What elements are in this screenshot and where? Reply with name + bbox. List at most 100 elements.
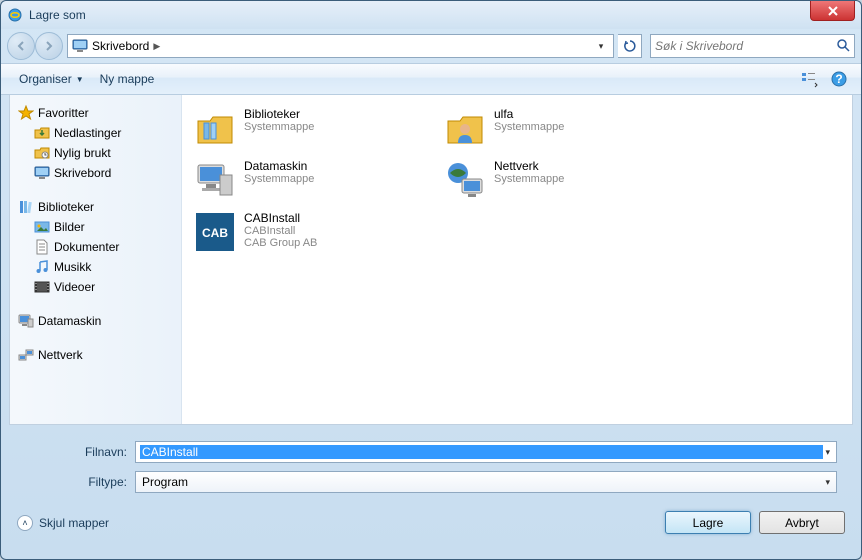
sidebar-item-downloads[interactable]: Nedlastinger [14, 123, 177, 143]
breadcrumb-text: Skrivebord [92, 39, 149, 53]
hide-folders-label: Skjul mapper [39, 516, 109, 530]
sidebar-item-videos[interactable]: Videoer [14, 277, 177, 297]
file-item-network[interactable]: Nettverk Systemmappe [440, 155, 690, 207]
breadcrumb[interactable]: Skrivebord ▶ ▾ [67, 34, 614, 58]
sidebar-item-pictures[interactable]: Bilder [14, 217, 177, 237]
back-button[interactable] [7, 32, 35, 60]
sidebar-item-label: Dokumenter [54, 240, 119, 254]
cancel-button[interactable]: Avbryt [759, 511, 845, 534]
videos-icon [34, 279, 50, 295]
network-icon [444, 159, 486, 201]
network-icon [18, 347, 34, 363]
sidebar-item-recent[interactable]: Nylig brukt [14, 143, 177, 163]
filetype-label: Filtype: [25, 475, 135, 489]
recent-icon [34, 145, 50, 161]
file-item-user[interactable]: ulfa Systemmappe [440, 103, 690, 155]
file-subtitle: CAB Group AB [244, 237, 317, 249]
filename-input-wrap[interactable]: ▾ [135, 441, 837, 463]
sidebar-item-label: Bilder [54, 220, 85, 234]
forward-button[interactable] [35, 32, 63, 60]
view-options-button[interactable] [797, 67, 821, 91]
file-name: Nettverk [494, 159, 564, 173]
computer-label: Datamaskin [38, 314, 101, 328]
close-button[interactable] [810, 1, 855, 21]
breadcrumb-arrow-icon[interactable]: ▶ [153, 41, 160, 52]
libraries-icon [194, 107, 236, 149]
sidebar-item-label: Nylig brukt [54, 146, 111, 160]
collapse-arrow-icon: ˄ [17, 515, 33, 531]
file-subtitle: Systemmappe [244, 121, 314, 133]
file-name: CABInstall [244, 211, 317, 225]
refresh-button[interactable] [618, 34, 642, 58]
libraries-icon [18, 199, 34, 215]
save-button[interactable]: Lagre [665, 511, 751, 534]
svg-text:?: ? [835, 72, 842, 86]
documents-icon [34, 239, 50, 255]
bottom-panel: Filnavn: ▾ Filtype: Program ▾ [9, 431, 853, 503]
file-subtitle: Systemmappe [494, 121, 564, 133]
body-area: Favoritter Nedlastinger Nylig brukt Skri… [9, 95, 853, 425]
music-icon [34, 259, 50, 275]
filename-dropdown-icon[interactable]: ▾ [823, 447, 832, 458]
sidebar-libraries[interactable]: Biblioteker [14, 197, 177, 217]
filename-row: Filnavn: ▾ [25, 441, 837, 463]
sidebar-item-label: Nedlastinger [54, 126, 121, 140]
titlebar: Lagre som [1, 1, 861, 29]
svg-text:CAB: CAB [202, 226, 228, 240]
libraries-label: Biblioteker [38, 200, 94, 214]
desktop-icon [34, 165, 50, 181]
sidebar-computer[interactable]: Datamaskin [14, 311, 177, 331]
file-name: Datamaskin [244, 159, 314, 173]
filetype-row: Filtype: Program ▾ [25, 471, 837, 493]
chevron-down-icon: ▼ [76, 75, 84, 84]
search-icon[interactable] [836, 38, 850, 55]
sidebar: Favoritter Nedlastinger Nylig brukt Skri… [10, 95, 182, 424]
chevron-down-icon: ▾ [825, 477, 830, 488]
footer: ˄ Skjul mapper Lagre Avbryt [1, 503, 861, 546]
pictures-icon [34, 219, 50, 235]
sidebar-item-documents[interactable]: Dokumenter [14, 237, 177, 257]
help-button[interactable]: ? [827, 67, 851, 91]
file-name: Biblioteker [244, 107, 314, 121]
new-folder-button[interactable]: Ny mappe [92, 68, 163, 90]
downloads-icon [34, 125, 50, 141]
organize-menu[interactable]: Organiser ▼ [11, 68, 92, 90]
star-icon [18, 105, 34, 121]
save-as-dialog: Lagre som Skrivebord ▶ ▾ [0, 0, 862, 560]
navbar: Skrivebord ▶ ▾ [1, 29, 861, 63]
sidebar-item-desktop[interactable]: Skrivebord [14, 163, 177, 183]
organize-label: Organiser [19, 72, 72, 86]
file-name: ulfa [494, 107, 564, 121]
file-subtitle: Systemmappe [494, 173, 564, 185]
file-subtitle: CABInstall [244, 225, 317, 237]
filetype-value: Program [142, 475, 825, 489]
filename-input[interactable] [140, 445, 823, 459]
new-folder-label: Ny mappe [100, 72, 155, 86]
ie-icon [7, 7, 23, 23]
sidebar-item-label: Musikk [54, 260, 91, 274]
cab-app-icon: CAB [194, 211, 236, 253]
sidebar-network[interactable]: Nettverk [14, 345, 177, 365]
file-list: Biblioteker Systemmappe ulfa Systemmappe… [182, 95, 852, 424]
computer-icon [18, 313, 34, 329]
file-item-libraries[interactable]: Biblioteker Systemmappe [190, 103, 440, 155]
user-folder-icon [444, 107, 486, 149]
computer-icon [194, 159, 236, 201]
search-input[interactable] [655, 39, 836, 53]
network-label: Nettverk [38, 348, 83, 362]
search-box[interactable] [650, 34, 855, 58]
filetype-combo[interactable]: Program ▾ [135, 471, 837, 493]
file-subtitle: Systemmappe [244, 173, 314, 185]
sidebar-item-label: Videoer [54, 280, 95, 294]
toolbar: Organiser ▼ Ny mappe ? [1, 63, 861, 95]
filename-label: Filnavn: [25, 445, 135, 459]
hide-folders-toggle[interactable]: ˄ Skjul mapper [17, 515, 109, 531]
favorites-label: Favoritter [38, 106, 89, 120]
sidebar-item-label: Skrivebord [54, 166, 111, 180]
desktop-icon [72, 38, 88, 54]
file-item-computer[interactable]: Datamaskin Systemmappe [190, 155, 440, 207]
breadcrumb-history-dropdown[interactable]: ▾ [593, 38, 609, 54]
sidebar-item-music[interactable]: Musikk [14, 257, 177, 277]
sidebar-favorites[interactable]: Favoritter [14, 103, 177, 123]
file-item-cabinstall[interactable]: CAB CABInstall CABInstall CAB Group AB [190, 207, 440, 259]
